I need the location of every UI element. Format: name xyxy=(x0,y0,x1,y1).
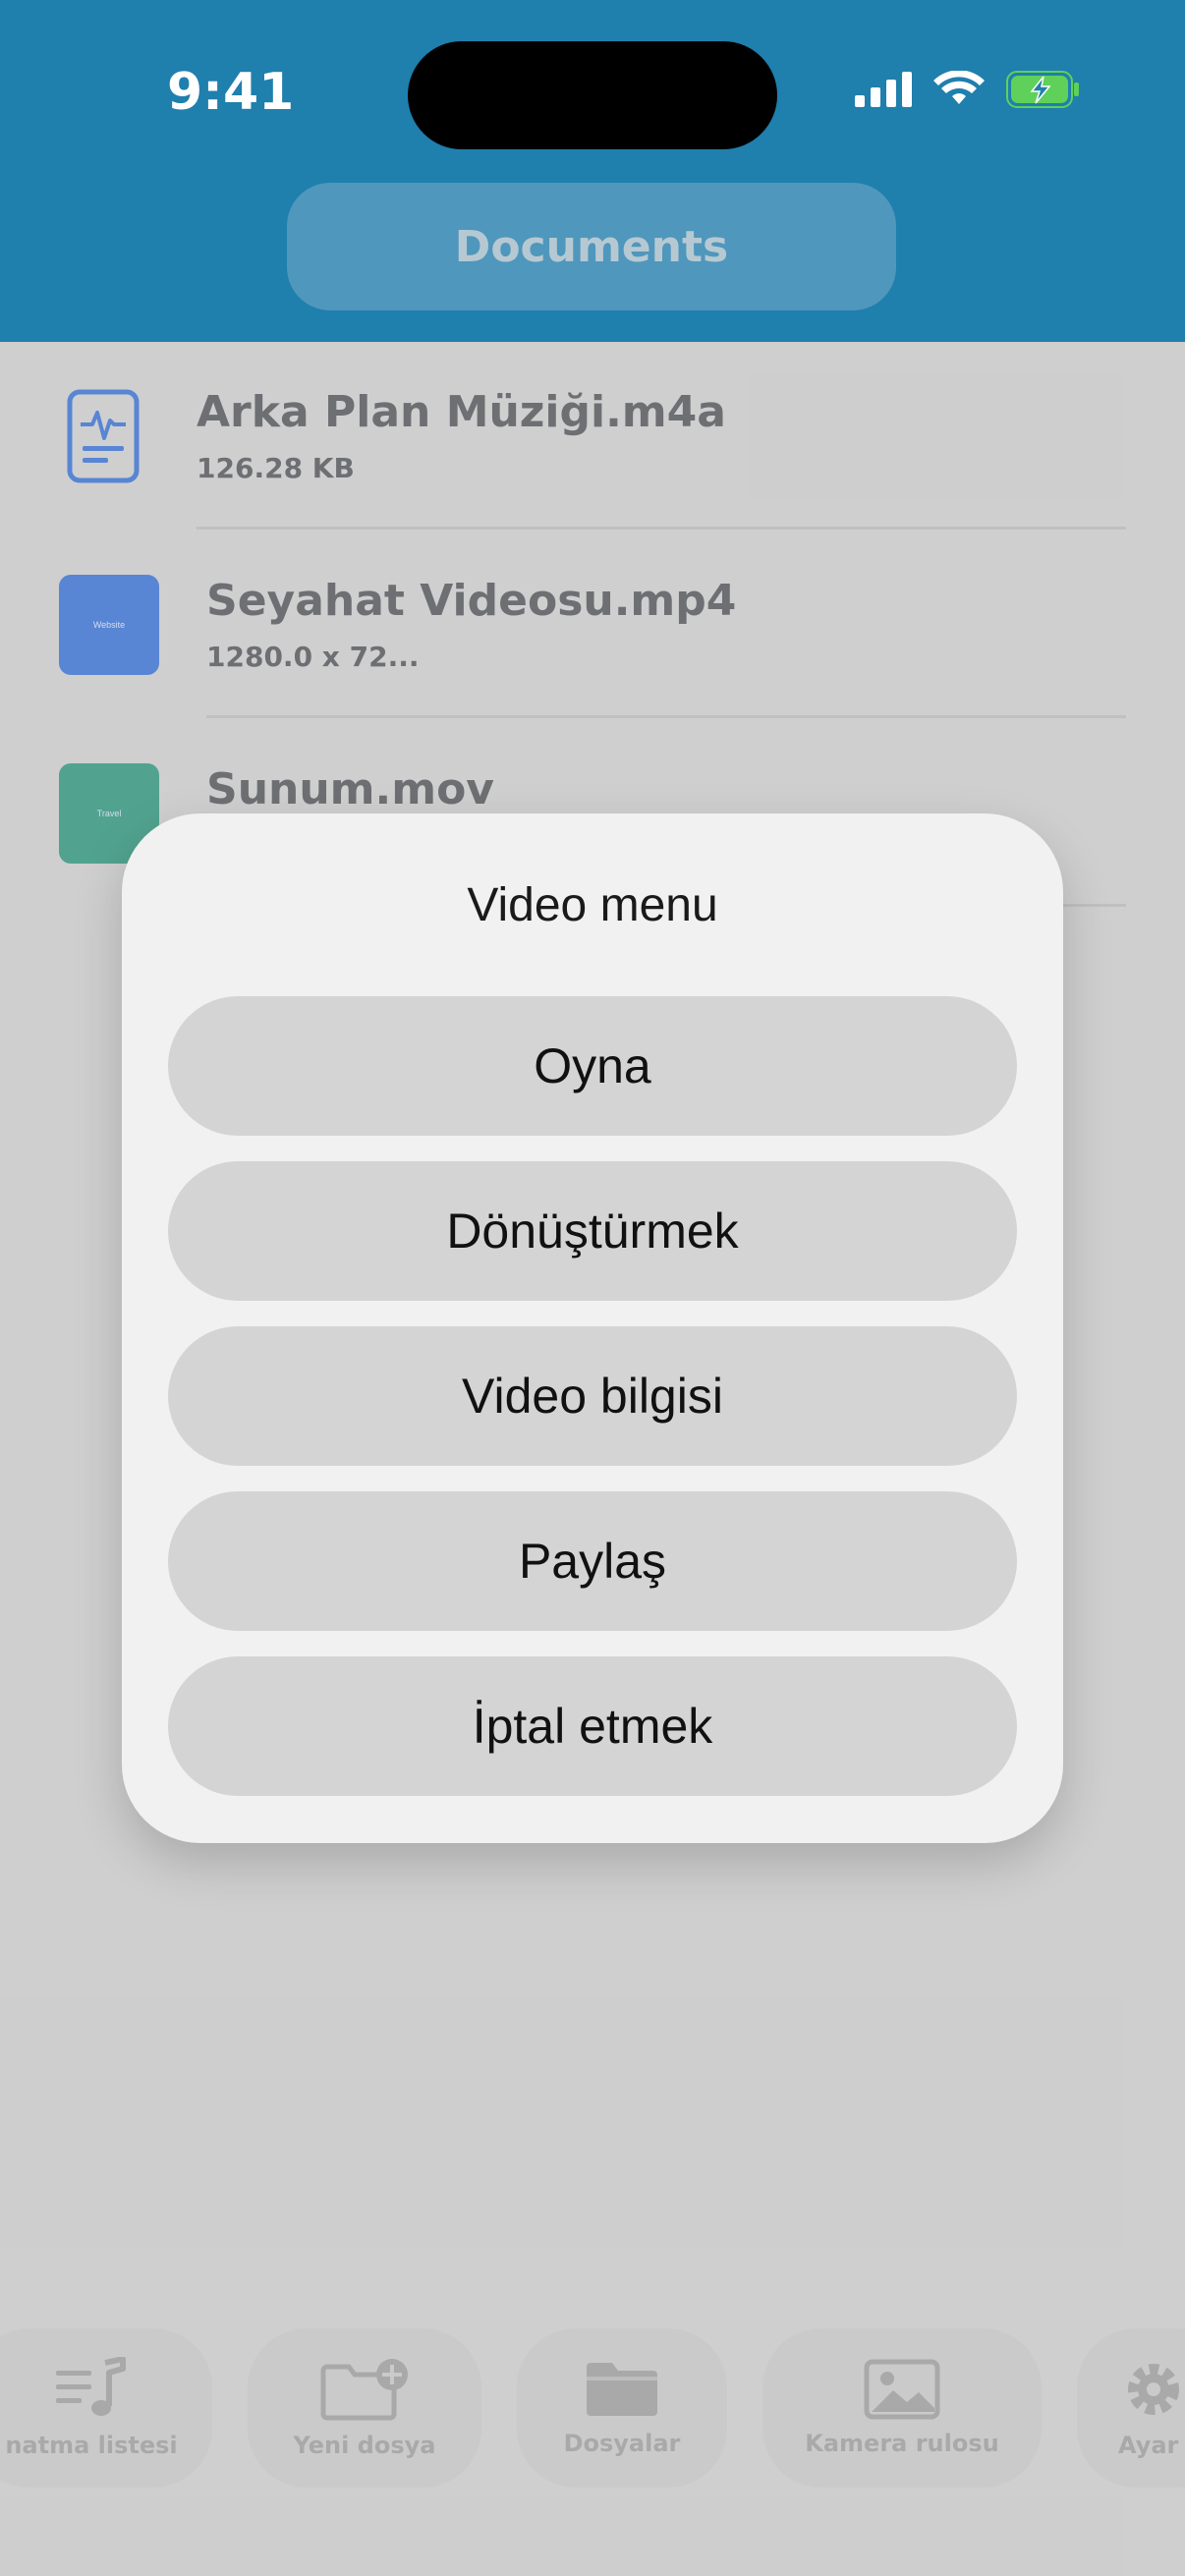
video-menu-dialog: Video menu Oyna Dönüştürmek Video bilgis… xyxy=(122,813,1063,1843)
tab-playlist[interactable]: natma listesi xyxy=(0,2328,212,2488)
top-header: 9:41 Documents xyxy=(0,0,1185,342)
cancel-button[interactable]: İptal etmek xyxy=(168,1656,1017,1796)
share-button[interactable]: Paylaş xyxy=(168,1491,1017,1631)
folder-icon xyxy=(587,2363,657,2416)
cellular-signal-icon xyxy=(855,72,912,107)
wifi-icon xyxy=(933,71,985,104)
status-time: 9:41 xyxy=(167,63,295,122)
play-button[interactable]: Oyna xyxy=(168,996,1017,1136)
tab-label: Ayar xyxy=(1118,2432,1179,2459)
tab-camera-roll[interactable]: Kamera rulosu xyxy=(762,2328,1042,2488)
dynamic-island xyxy=(408,41,777,149)
tab-label: Yeni dosya xyxy=(293,2432,436,2459)
status-icons xyxy=(855,71,1081,108)
convert-button[interactable]: Dönüştürmek xyxy=(168,1161,1017,1301)
video-info-button[interactable]: Video bilgisi xyxy=(168,1326,1017,1466)
playlist-icon xyxy=(56,2357,126,2416)
tab-bar: natma listesi Yeni dosya Dosyalar Kamera… xyxy=(0,2328,1185,2495)
dialog-title: Video menu xyxy=(467,879,718,931)
tab-files[interactable]: Dosyalar xyxy=(517,2328,727,2488)
new-folder-icon xyxy=(320,2359,408,2421)
documents-title-pill[interactable]: Documents xyxy=(287,183,896,310)
tab-label: Kamera rulosu xyxy=(805,2430,999,2457)
tab-label: Dosyalar xyxy=(563,2430,681,2457)
photo-icon xyxy=(864,2359,940,2420)
gear-icon xyxy=(1128,2364,1179,2415)
page-title: Documents xyxy=(454,221,729,272)
battery-charging-icon xyxy=(1006,71,1079,108)
tab-settings[interactable]: Ayar xyxy=(1077,2328,1185,2488)
tab-new-file[interactable]: Yeni dosya xyxy=(248,2328,481,2488)
tab-label: natma listesi xyxy=(5,2432,178,2459)
